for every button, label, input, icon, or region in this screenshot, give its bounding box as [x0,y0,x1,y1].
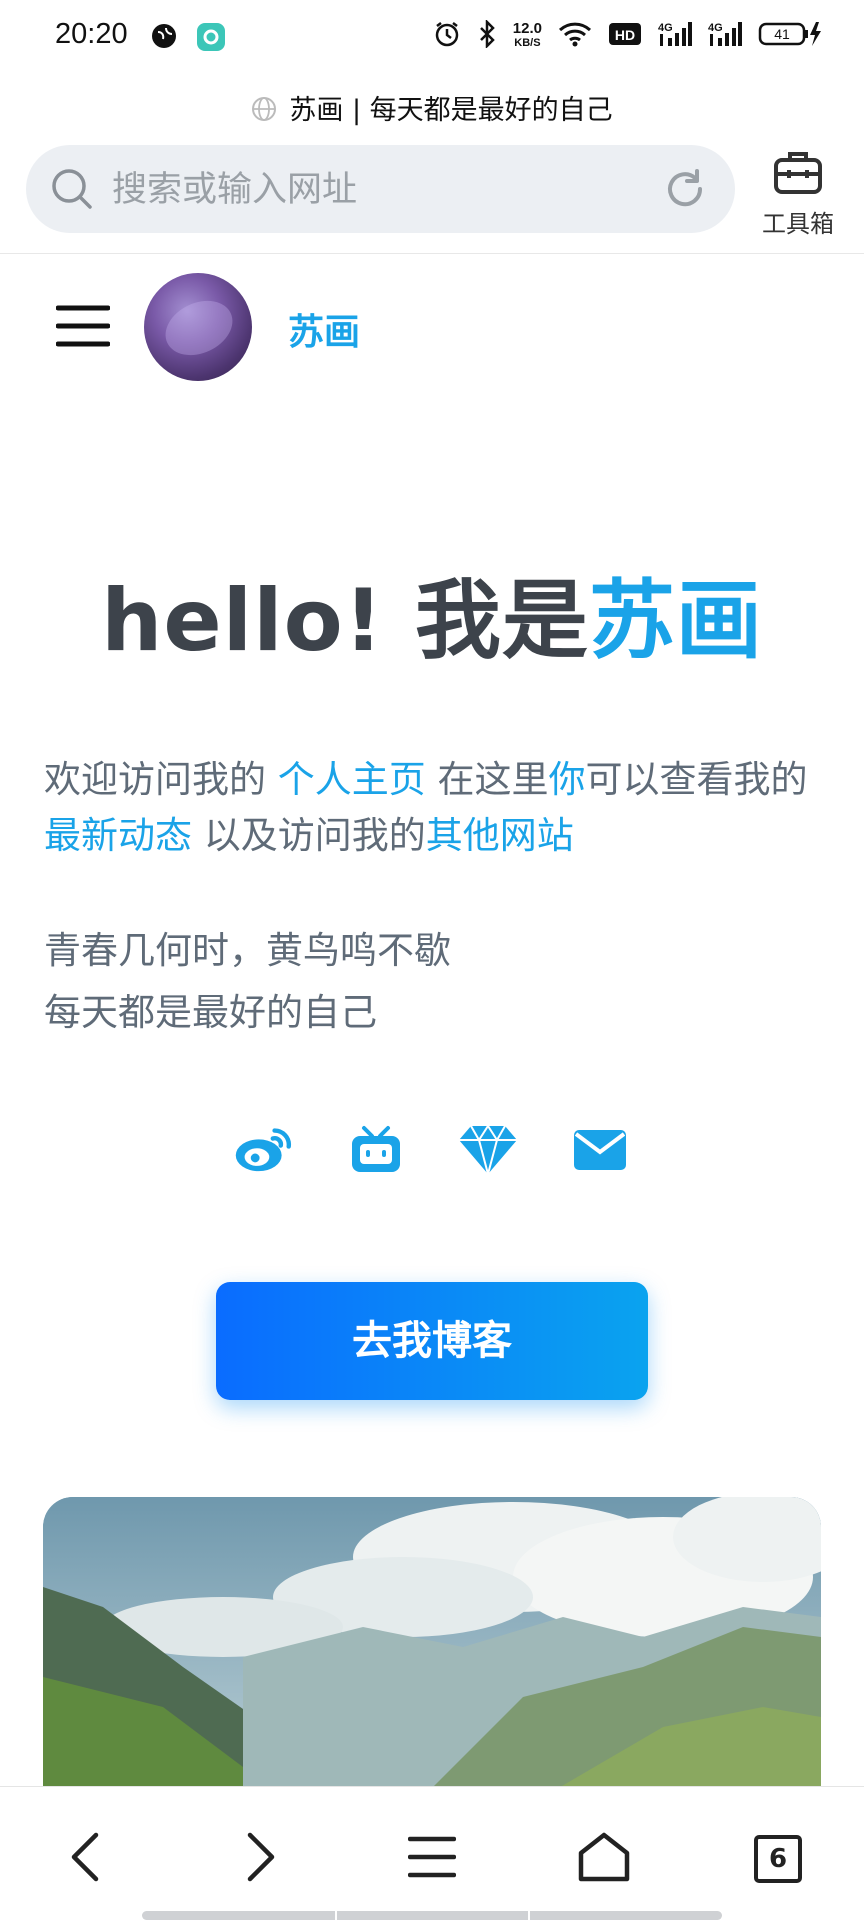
site-name[interactable]: 苏画 [288,303,360,355]
intro-text-2: 在这里 [425,758,549,801]
intro-text-1: 欢迎访问我的 [44,758,278,801]
signal-1-label: 4G [658,22,673,34]
tabs-button[interactable]: 6 [748,1829,808,1889]
intro-text-3: 可以查看我的 [585,758,808,801]
divider [0,253,864,254]
chevron-right-icon [242,1831,278,1887]
home-button[interactable] [574,1829,634,1889]
search-input[interactable] [110,163,654,217]
motto-line-1: 青春几何时，黄鸟鸣不歇 [44,929,451,972]
bilibili-icon[interactable] [346,1120,406,1180]
page-title: 苏画 | 每天都是最好的自己 [0,88,864,129]
alarm-icon [433,20,461,52]
tabs-icon: 6 [753,1834,803,1884]
status-time: 20:20 [55,18,128,50]
avatar[interactable] [144,273,252,381]
forward-button[interactable] [230,1829,290,1889]
toolbox-label: 工具箱 [762,210,834,238]
network-speed-unit: KB/S [514,37,541,49]
globe-icon [251,96,277,129]
signal-icon-1: 4G [658,20,692,52]
network-speed: 12.0 KB/S [512,20,542,50]
intro-paragraph: 欢迎访问我的 个人主页 在这里你可以查看我的最新动态 以及访问我的其他网站 [44,752,834,864]
menu-button[interactable] [402,1829,462,1889]
hd-badge-text: HD [615,27,635,43]
other-sites-link[interactable]: 其他网站 [426,814,574,857]
intro-highlight-you: 你 [548,758,586,801]
search-icon [50,167,94,215]
status-right-icons: 12.0 KB/S HD 4G 4G 41 [433,18,824,52]
mail-icon[interactable] [570,1120,630,1180]
tab-count: 6 [768,1844,788,1874]
mountain-landscape [43,1497,821,1797]
hero-heading-name: 苏画 [588,571,763,671]
toolbox-button[interactable]: 工具箱 [752,146,844,239]
browser-bottom-nav: 6 [0,1786,864,1921]
motto: 青春几何时，黄鸟鸣不歇 每天都是最好的自己 [44,920,451,1044]
address-bar[interactable] [26,145,735,233]
back-button[interactable] [56,1829,116,1889]
mountain-banner-image [43,1497,821,1797]
hd-icon: HD [608,21,642,51]
page-title-text: 苏画 | 每天都是最好的自己 [289,95,613,126]
motto-line-2: 每天都是最好的自己 [44,991,377,1034]
latest-news-link[interactable]: 最新动态 [44,814,192,857]
toolbox-icon [772,152,824,202]
app-notification-icon [196,22,226,56]
menu-lines-icon [407,1833,457,1885]
diamond-icon[interactable] [458,1120,518,1180]
browser-notification-icon [150,22,178,56]
weibo-icon[interactable] [234,1120,294,1180]
homepage-link[interactable]: 个人主页 [278,758,426,801]
battery-level: 41 [774,26,790,42]
hero-heading-prefix: hello! 我是 [101,571,589,671]
signal-icon-2: 4G [708,20,742,52]
go-to-blog-button[interactable]: 去我博客 [216,1282,648,1400]
battery-icon: 41 [758,20,824,52]
notification-icons [150,22,226,56]
intro-text-4: 以及访问我的 [192,814,426,857]
bluetooth-icon [477,18,497,52]
hamburger-menu-icon [55,305,111,352]
wifi-icon [558,21,592,51]
signal-2-label: 4G [708,22,723,34]
home-indicator [142,1911,722,1920]
social-links [0,1120,864,1180]
reload-icon[interactable] [663,167,707,215]
chevron-left-icon [68,1831,104,1887]
network-speed-value: 12.0 [512,20,542,37]
status-bar: 20:20 12.0 KB/S HD 4G 4G 41 [0,0,864,78]
hero-heading: hello! 我是苏画 [0,550,864,675]
site-menu-button[interactable] [55,304,111,352]
home-icon [577,1831,631,1887]
